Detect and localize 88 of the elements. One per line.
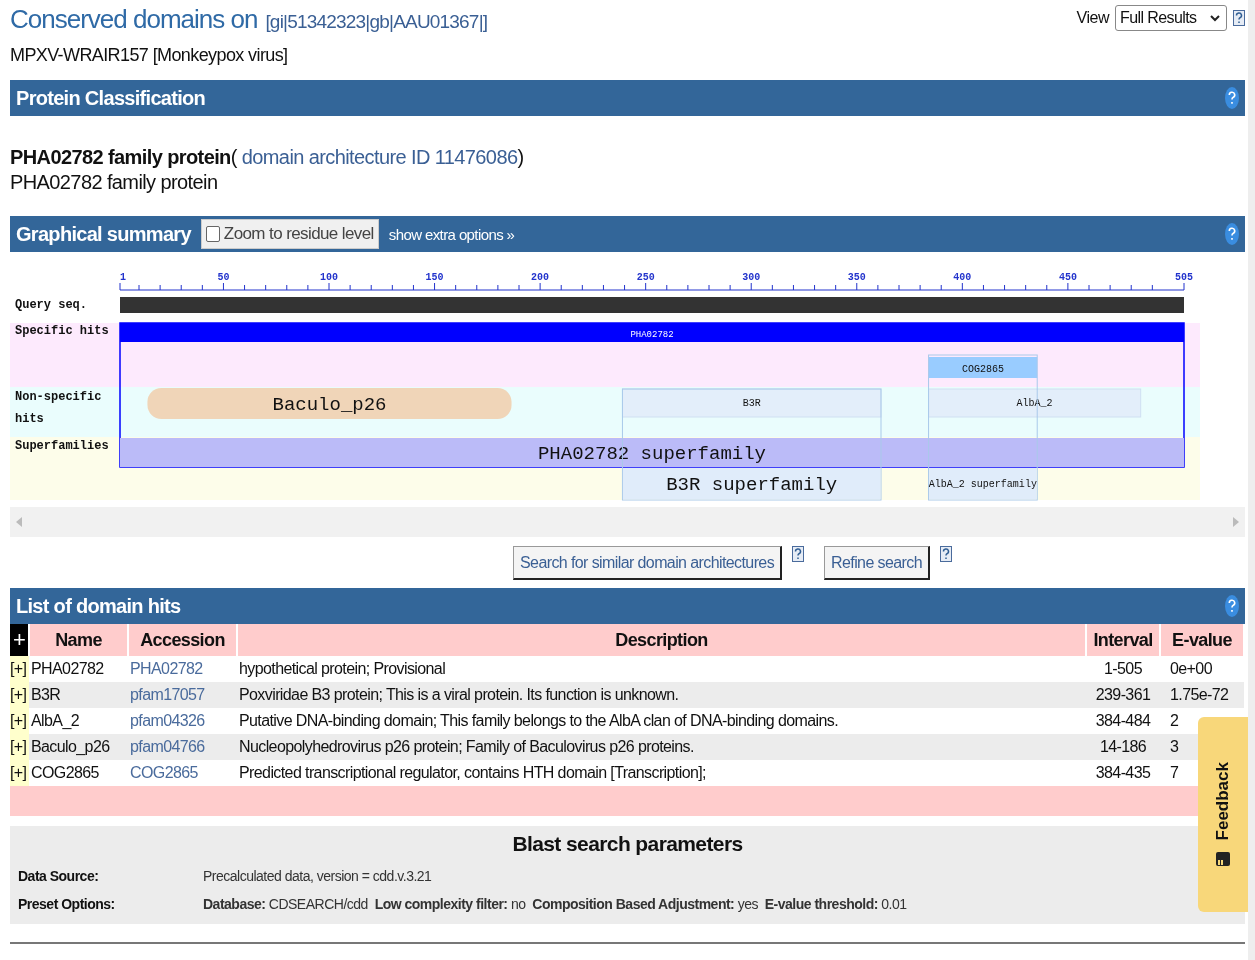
help-icon[interactable] xyxy=(792,546,805,562)
accession-link[interactable]: pfam17057 xyxy=(128,682,237,708)
tick-label: 250 xyxy=(636,272,655,283)
specific-hit[interactable] xyxy=(119,322,1185,468)
chevron-icon xyxy=(1210,14,1220,22)
table-cell: Putative DNA-binding domain; This family belongs to the AlbA clan of DNA-binding domains. xyxy=(237,708,1086,734)
tick-label: 450 xyxy=(1058,272,1077,283)
help-icon[interactable] xyxy=(1233,10,1245,26)
table-cell: 0e+00 xyxy=(1160,656,1244,682)
search-button[interactable]: Search for similar domain architectures xyxy=(513,546,783,580)
table-cell: AlbA_2 xyxy=(29,708,128,734)
section-title: List of domain hits xyxy=(16,594,181,618)
table-cell: hypothetical protein; Provisional xyxy=(237,656,1086,682)
table-cell: 1-505 xyxy=(1086,656,1160,682)
table-cell: B3R xyxy=(29,682,128,708)
hit-label: AlbA_2 xyxy=(1016,398,1053,410)
parameter-label: Data Source: xyxy=(18,868,100,884)
query-id-link[interactable]: [gi|51342323|gb|AAU01367|] xyxy=(265,11,488,33)
table-cell: Nucleopolyhedrovirus p26 protein; Family of Baculovirus p26 proteins. xyxy=(237,734,1086,760)
protein-name: PHA02782 family protein( domain architecture ID 11476086) xyxy=(10,146,525,169)
parameter-value: Precalculated data, version = cdd.v.3.21 xyxy=(203,868,432,884)
expand-all-button[interactable]: + xyxy=(10,624,29,656)
zoom-checkbox[interactable]: Zoom to residue level xyxy=(200,219,379,249)
help-icon[interactable] xyxy=(940,546,952,562)
table-cell: Baculo_p26 xyxy=(29,734,128,760)
tick-label: 400 xyxy=(953,272,972,283)
accession-link[interactable]: COG2865 xyxy=(128,760,237,786)
nonspecific-hit[interactable] xyxy=(147,388,512,419)
expand-button[interactable]: [+] xyxy=(10,734,29,760)
tick-label: 50 xyxy=(217,272,230,283)
track-label: Superfamilies xyxy=(15,439,109,453)
page-title: Conserved domains on xyxy=(10,4,258,35)
column-header: Name xyxy=(29,624,128,656)
expand-button[interactable]: [+] xyxy=(10,656,29,682)
table-cell: PHA02782 xyxy=(29,656,128,682)
tick-label: 200 xyxy=(531,272,550,283)
hit-label: B3R superfamily xyxy=(666,474,838,497)
table-cell: 384-435 xyxy=(1086,760,1160,786)
expand-button[interactable]: [+] xyxy=(10,682,29,708)
expand-button[interactable]: [+] xyxy=(10,708,29,734)
track-label: Specific hits xyxy=(15,324,109,338)
search-button[interactable]: Refine search xyxy=(824,546,930,580)
hit-label: Baculo_p26 xyxy=(272,393,387,416)
help-icon[interactable] xyxy=(1225,223,1239,245)
hit-label: B3R xyxy=(742,398,761,410)
feedback-icon xyxy=(1215,850,1231,867)
hit-label: PHA02782 xyxy=(630,329,674,340)
accession-link[interactable]: pfam04326 xyxy=(128,708,237,734)
tick-label: 505 xyxy=(1175,272,1193,283)
protein-description: PHA02782 family protein xyxy=(10,171,219,194)
track-label: Query seq. xyxy=(15,298,87,312)
section-title: Graphical summary xyxy=(16,222,191,246)
table-cell: 1.75e-72 xyxy=(1160,682,1244,708)
section-title: Protein Classification xyxy=(16,86,206,110)
tick-label: 150 xyxy=(425,272,444,283)
organism-subtitle: MPXV-WRAIR157 [Monkeypox virus] xyxy=(10,45,289,66)
column-header: Accession xyxy=(128,624,237,656)
table-cell: Predicted transcriptional regulator, contains HTH domain [Transcription]; xyxy=(237,760,1086,786)
tick-label: 350 xyxy=(847,272,866,283)
table-cell: 239-361 xyxy=(1086,682,1160,708)
table-cell: 384-484 xyxy=(1086,708,1160,734)
hit-label: PHA02782 superfamily xyxy=(538,442,766,465)
parameter-label: Preset Options: xyxy=(18,896,116,912)
help-icon[interactable] xyxy=(1225,87,1239,109)
track-label: Non-specific hits xyxy=(15,390,102,426)
architecture-link[interactable]: domain architecture ID 11476086 xyxy=(241,146,518,168)
hit-label: AlbA_2 superfamily xyxy=(928,479,1037,491)
column-header: Interval xyxy=(1086,624,1160,656)
view-dropdown[interactable]: Full Results xyxy=(1115,5,1227,31)
view-label: View xyxy=(1076,9,1109,27)
specific-hit[interactable] xyxy=(928,357,1038,378)
accession-link[interactable]: pfam04766 xyxy=(128,734,237,760)
tick-label: 100 xyxy=(320,272,338,283)
tick-label: 300 xyxy=(742,272,761,283)
expand-button[interactable]: [+] xyxy=(10,760,29,786)
column-header: E-value xyxy=(1160,624,1244,656)
feedback-tab[interactable]: Feedback xyxy=(1198,717,1248,912)
column-header: Description xyxy=(237,624,1086,656)
hit-label: COG2865 xyxy=(961,363,1004,375)
help-icon[interactable] xyxy=(1225,595,1239,617)
table-cell: 14-186 xyxy=(1086,734,1160,760)
accession-link[interactable]: PHA02782 xyxy=(128,656,237,682)
table-cell: Poxviridae B3 protein; This is a viral protein. Its function is unknown. xyxy=(237,682,1086,708)
extra-options-link[interactable]: show extra options » xyxy=(388,225,515,243)
tick-label: 1 xyxy=(120,272,126,283)
table-cell: COG2865 xyxy=(29,760,128,786)
parameter-value: Database: CDSEARCH/cdd Low complexity filter: no Composition Based Adjustment: yes E-value threshold: 0.01 xyxy=(203,896,907,912)
checkbox[interactable] xyxy=(205,226,220,242)
